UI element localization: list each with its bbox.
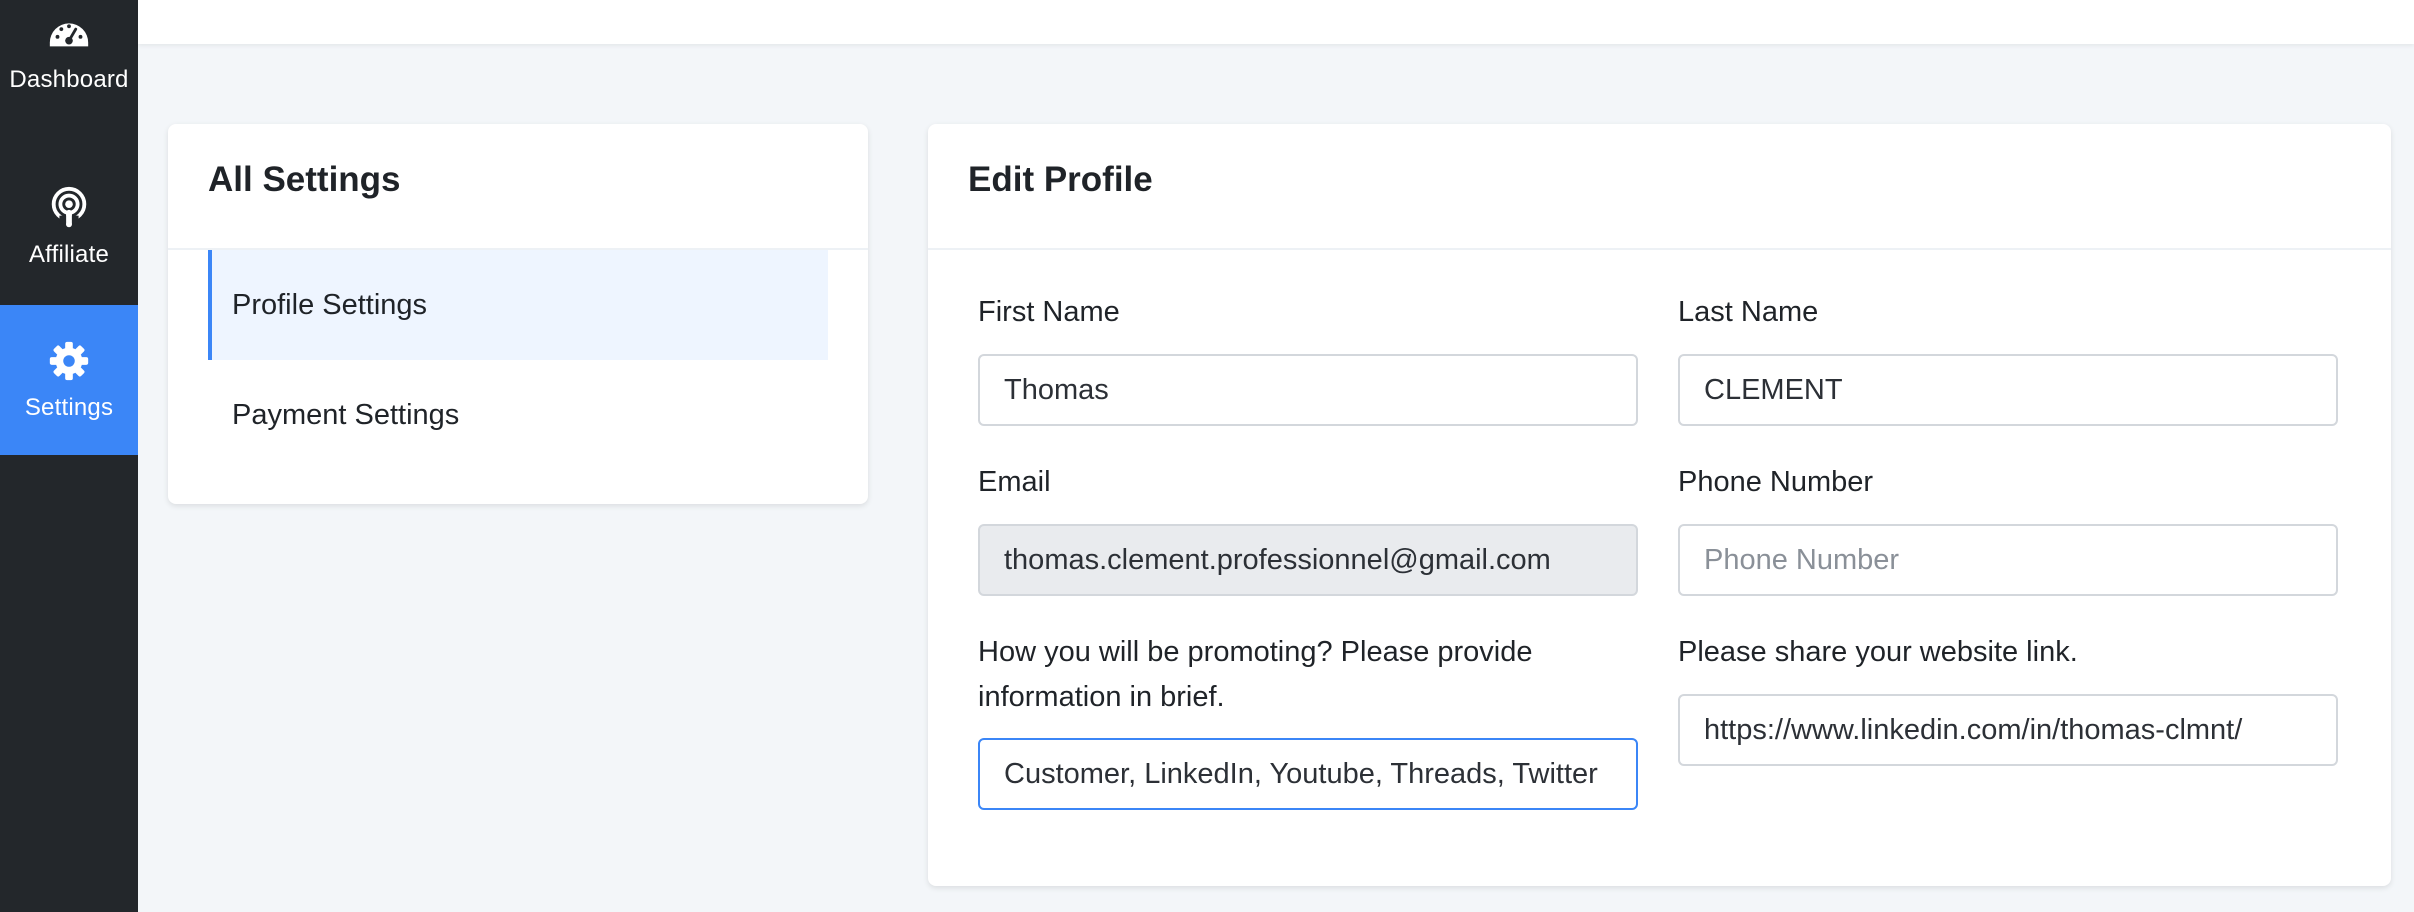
phone-number-input[interactable] bbox=[1678, 524, 2338, 596]
email-input[interactable] bbox=[978, 524, 1638, 596]
phone-number-label: Phone Number bbox=[1678, 466, 1874, 498]
website-link-label: Please share your website link. bbox=[1678, 636, 2078, 668]
top-bar bbox=[138, 0, 2414, 44]
sidebar-item-label: Affiliate bbox=[28, 241, 110, 268]
sidebar-item-label: Dashboard bbox=[9, 66, 129, 93]
email-label: Email bbox=[978, 466, 1051, 498]
gear-icon bbox=[49, 341, 89, 381]
last-name-label: Last Name bbox=[1678, 296, 1819, 328]
menu-item-profile-settings[interactable]: Profile Settings bbox=[208, 250, 828, 360]
sidebar-item-dashboard[interactable]: Dashboard bbox=[0, 0, 138, 132]
sidebar-item-settings[interactable]: Settings bbox=[0, 305, 138, 455]
card-title: All Settings bbox=[208, 160, 401, 199]
card-title: Edit Profile bbox=[968, 160, 1153, 199]
all-settings-card: All Settings Profile Settings Payment Se… bbox=[168, 124, 868, 504]
website-link-input[interactable] bbox=[1678, 694, 2338, 766]
sidebar-item-affiliate[interactable]: Affiliate bbox=[0, 152, 138, 302]
edit-profile-card: Edit Profile First Name Last Name Email … bbox=[928, 124, 2391, 886]
sidebar-item-label: Settings bbox=[24, 394, 114, 421]
promotion-input[interactable] bbox=[978, 738, 1638, 810]
first-name-label: First Name bbox=[978, 296, 1120, 328]
podcast-icon bbox=[51, 186, 87, 228]
menu-item-payment-settings[interactable]: Payment Settings bbox=[208, 360, 828, 470]
gauge-icon bbox=[49, 23, 89, 47]
first-name-input[interactable] bbox=[978, 354, 1638, 426]
divider bbox=[928, 248, 2391, 250]
sidebar: Dashboard Affiliate Settings bbox=[0, 0, 138, 912]
menu-item-label: Profile Settings bbox=[232, 288, 428, 321]
menu-item-label: Payment Settings bbox=[232, 398, 460, 431]
last-name-input[interactable] bbox=[1678, 354, 2338, 426]
promotion-label: How you will be promoting? Please provid… bbox=[978, 636, 1533, 713]
